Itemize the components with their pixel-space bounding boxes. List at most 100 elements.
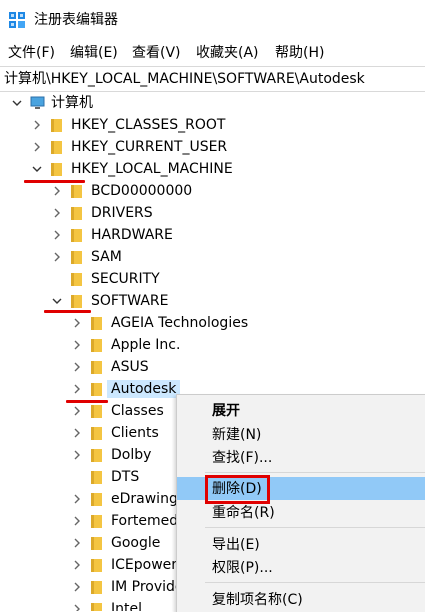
tree-label: Google <box>111 535 161 551</box>
tree-label: SAM <box>91 249 122 265</box>
tree-node-software-child[interactable]: ASUS <box>0 356 425 378</box>
ctx-export[interactable]: 导出(E) <box>177 533 425 556</box>
chevron-right-icon[interactable] <box>50 249 64 265</box>
chevron-right-icon[interactable] <box>70 425 84 441</box>
chevron-down-icon[interactable] <box>50 293 64 309</box>
ctx-find[interactable]: 查找(F)... <box>177 446 425 469</box>
folder-icon <box>90 513 104 529</box>
folder-icon <box>70 205 84 221</box>
ctx-label: 复制项名称(C) <box>212 592 303 608</box>
tree-node-hkcu[interactable]: HKEY_CURRENT_USER <box>0 136 425 158</box>
computer-icon <box>30 95 45 111</box>
ctx-label: 导出(E) <box>212 537 260 553</box>
folder-icon <box>50 139 64 155</box>
ctx-label: 新建(N) <box>212 427 262 443</box>
chevron-right-icon[interactable] <box>50 183 64 199</box>
ctx-separator <box>205 582 425 583</box>
ctx-label: 重命名(R) <box>212 505 275 521</box>
tree-node-bcd[interactable]: BCD00000000 <box>0 180 425 202</box>
folder-icon <box>70 271 84 287</box>
folder-icon <box>90 601 104 611</box>
folder-icon <box>70 227 84 243</box>
menu-help[interactable]: 帮助(H) <box>272 43 327 63</box>
folder-icon <box>70 183 84 199</box>
folder-icon <box>90 381 104 397</box>
tree-node-software[interactable]: SOFTWARE <box>0 290 425 312</box>
tree-node-sam[interactable]: SAM <box>0 246 425 268</box>
tree-node-hardware[interactable]: HARDWARE <box>0 224 425 246</box>
tree-node-security[interactable]: SECURITY <box>0 268 425 290</box>
ctx-separator <box>205 472 425 473</box>
tree-node-drivers[interactable]: DRIVERS <box>0 202 425 224</box>
folder-icon <box>90 557 104 573</box>
chevron-right-icon[interactable] <box>70 315 84 331</box>
chevron-right-icon[interactable] <box>70 601 84 611</box>
chevron-right-icon[interactable] <box>70 359 84 375</box>
folder-icon <box>90 579 104 595</box>
chevron-right-icon[interactable] <box>70 403 84 419</box>
tree-label: Intel <box>111 601 142 611</box>
chevron-right-icon[interactable] <box>30 117 44 133</box>
tree-node-hkcr[interactable]: HKEY_CLASSES_ROOT <box>0 114 425 136</box>
folder-icon <box>90 491 104 507</box>
tree-node-software-child[interactable]: Apple Inc. <box>0 334 425 356</box>
menu-file[interactable]: 文件(F) <box>5 43 58 63</box>
folder-icon <box>90 447 104 463</box>
ctx-expand[interactable]: 展开 <box>177 399 425 422</box>
menu-view[interactable]: 查看(V) <box>129 43 184 63</box>
folder-icon <box>70 293 84 309</box>
annotation-highlight-box <box>205 475 270 504</box>
tree-label: Apple Inc. <box>111 337 181 353</box>
tree-label: SECURITY <box>91 271 160 287</box>
tree-label: DTS <box>111 469 140 485</box>
ctx-label: 展开 <box>212 403 240 419</box>
ctx-copy-key-name[interactable]: 复制项名称(C) <box>177 588 425 611</box>
chevron-right-icon[interactable] <box>70 381 84 397</box>
chevron-right-icon[interactable] <box>70 557 84 573</box>
tree-label: HKEY_LOCAL_MACHINE <box>71 161 233 177</box>
ctx-permissions[interactable]: 权限(P)... <box>177 556 425 579</box>
chevron-right-icon[interactable] <box>70 447 84 463</box>
ctx-new[interactable]: 新建(N) <box>177 423 425 446</box>
chevron-right-icon[interactable] <box>70 337 84 353</box>
tree-label: 计算机 <box>51 95 93 111</box>
chevron-down-icon[interactable] <box>10 95 24 111</box>
registry-editor-icon <box>9 12 25 28</box>
tree-label-selected: Autodesk <box>107 380 181 398</box>
tree-node-hklm[interactable]: HKEY_LOCAL_MACHINE <box>0 158 425 180</box>
tree-label: HKEY_CLASSES_ROOT <box>71 117 226 133</box>
chevron-down-icon[interactable] <box>30 161 44 177</box>
chevron-right-icon[interactable] <box>50 205 64 221</box>
chevron-right-icon[interactable] <box>70 535 84 551</box>
annotation-underline <box>66 400 108 403</box>
folder-icon <box>70 249 84 265</box>
title-bar: 注册表编辑器 <box>0 0 425 40</box>
chevron-right-icon[interactable] <box>70 579 84 595</box>
tree-label: SOFTWARE <box>91 293 169 309</box>
tree-label: ASUS <box>111 359 149 375</box>
address-bar[interactable]: 计算机\HKEY_LOCAL_MACHINE\SOFTWARE\Autodesk <box>0 66 425 92</box>
annotation-underline <box>44 310 91 313</box>
tree-node-computer[interactable]: 计算机 <box>0 92 425 114</box>
tree-label: HARDWARE <box>91 227 173 243</box>
folder-icon <box>90 403 104 419</box>
ctx-label: 查找(F)... <box>212 450 273 466</box>
chevron-right-icon[interactable] <box>70 491 84 507</box>
menu-favorites[interactable]: 收藏夹(A) <box>193 43 262 63</box>
folder-icon <box>90 337 104 353</box>
chevron-right-icon[interactable] <box>50 227 64 243</box>
tree-label: BCD00000000 <box>91 183 193 199</box>
folder-icon <box>90 425 104 441</box>
tree-label: Dolby <box>111 447 152 463</box>
tree-node-software-child[interactable]: AGEIA Technologies <box>0 312 425 334</box>
chevron-right-icon[interactable] <box>70 513 84 529</box>
chevron-right-icon[interactable] <box>30 139 44 155</box>
folder-icon <box>90 359 104 375</box>
ctx-label: 权限(P)... <box>212 560 273 576</box>
folder-icon <box>90 315 104 331</box>
window-title: 注册表编辑器 <box>34 12 118 28</box>
menu-edit[interactable]: 编辑(E) <box>67 43 121 63</box>
tree-label: Clients <box>111 425 159 441</box>
ctx-rename[interactable]: 重命名(R) <box>177 501 425 524</box>
address-path[interactable]: 计算机\HKEY_LOCAL_MACHINE\SOFTWARE\Autodesk <box>4 69 365 89</box>
